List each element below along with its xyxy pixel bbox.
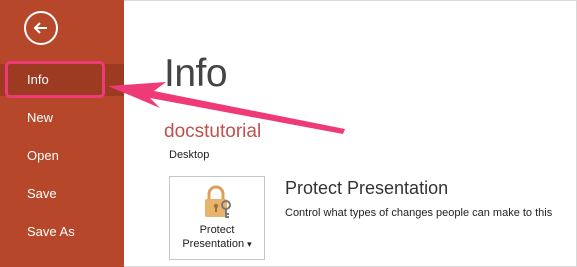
annotation-arrow [108,82,345,134]
